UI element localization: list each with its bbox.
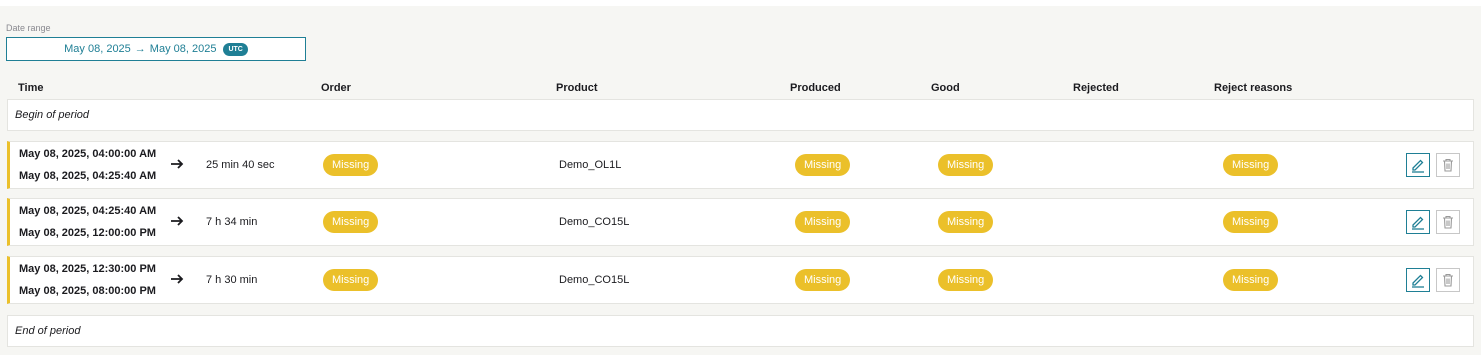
arrow-right-icon: [171, 274, 184, 284]
order-status-badge: Missing: [323, 154, 379, 176]
pencil-icon: [1412, 159, 1424, 173]
end-of-period-row: End of period: [7, 315, 1474, 347]
production-periods-panel: Date range May 08, 2025 → May 08, 2025 U…: [0, 6, 1481, 355]
delete-button[interactable]: [1436, 268, 1460, 292]
row-duration: 7 h 34 min: [206, 216, 258, 228]
column-header-reject-reasons: Reject reasons: [1214, 82, 1293, 94]
row-start-time: May 08, 2025, 12:30:00 PM: [19, 263, 156, 275]
row-product: Demo_OL1L: [559, 159, 622, 171]
trash-icon: [1443, 215, 1453, 229]
row-duration: 25 min 40 sec: [206, 159, 275, 171]
column-header-rejected: Rejected: [1073, 82, 1119, 94]
row-end-time: May 08, 2025, 04:25:40 AM: [19, 170, 157, 182]
row-end-time: May 08, 2025, 12:00:00 PM: [19, 227, 156, 239]
begin-of-period-row: Begin of period: [7, 99, 1474, 131]
date-range-label: Date range: [6, 23, 51, 33]
pencil-icon: [1412, 274, 1424, 288]
end-of-period-label: End of period: [15, 325, 81, 337]
good-status-badge: Missing: [938, 269, 994, 291]
date-range-arrow-icon: →: [134, 43, 146, 55]
delete-button[interactable]: [1436, 210, 1460, 234]
date-range-start: May 08, 2025: [64, 43, 131, 55]
reject-reasons-status-badge: Missing: [1223, 211, 1279, 233]
reject-reasons-status-badge: Missing: [1223, 269, 1279, 291]
delete-button[interactable]: [1436, 153, 1460, 177]
order-status-badge: Missing: [323, 269, 379, 291]
timezone-badge: UTC: [223, 42, 248, 56]
date-range-picker[interactable]: May 08, 2025 → May 08, 2025 UTC: [6, 37, 306, 61]
produced-status-badge: Missing: [795, 269, 851, 291]
edit-button[interactable]: [1406, 153, 1430, 177]
row-start-time: May 08, 2025, 04:00:00 AM: [19, 148, 157, 160]
column-header-product: Product: [556, 82, 598, 94]
produced-status-badge: Missing: [795, 211, 851, 233]
begin-of-period-label: Begin of period: [15, 109, 89, 121]
edit-button[interactable]: [1406, 210, 1430, 234]
arrow-right-icon: [171, 159, 184, 169]
table-row[interactable]: May 08, 2025, 04:00:00 AM May 08, 2025, …: [7, 141, 1474, 189]
row-product: Demo_CO15L: [559, 274, 630, 286]
pencil-icon: [1412, 216, 1424, 230]
trash-icon: [1443, 158, 1453, 172]
column-header-time: Time: [18, 82, 44, 94]
trash-icon: [1443, 273, 1453, 287]
row-end-time: May 08, 2025, 08:00:00 PM: [19, 285, 156, 297]
row-product: Demo_CO15L: [559, 216, 630, 228]
row-duration: 7 h 30 min: [206, 274, 258, 286]
column-header-good: Good: [931, 82, 960, 94]
produced-status-badge: Missing: [795, 154, 851, 176]
good-status-badge: Missing: [938, 154, 994, 176]
good-status-badge: Missing: [938, 211, 994, 233]
arrow-right-icon: [171, 216, 184, 226]
table-row[interactable]: May 08, 2025, 12:30:00 PM May 08, 2025, …: [7, 256, 1474, 304]
table-row[interactable]: May 08, 2025, 04:25:40 AM May 08, 2025, …: [7, 198, 1474, 246]
date-range-end: May 08, 2025: [149, 43, 217, 55]
order-status-badge: Missing: [323, 211, 379, 233]
reject-reasons-status-badge: Missing: [1223, 154, 1279, 176]
edit-button[interactable]: [1406, 268, 1430, 292]
column-header-produced: Produced: [790, 82, 841, 94]
row-start-time: May 08, 2025, 04:25:40 AM: [19, 205, 157, 217]
column-header-order: Order: [321, 82, 351, 94]
